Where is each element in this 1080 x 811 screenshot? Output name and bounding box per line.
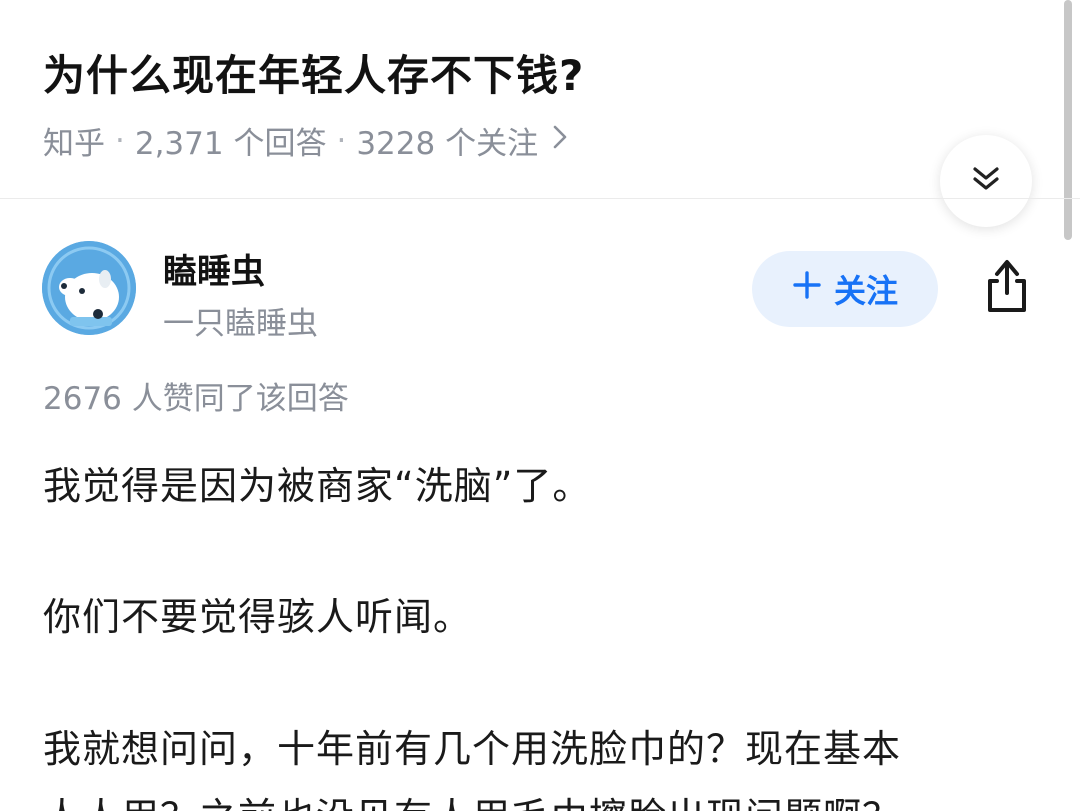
followers-count: 3228 个关注: [356, 126, 539, 162]
upvote-count: 2676 人赞同了该回答: [43, 381, 349, 417]
source-label: 知乎: [43, 126, 105, 162]
answer-paragraph: 我觉得是因为被商家“洗脑”了。: [43, 464, 592, 508]
answer-page: 为什么现在年轻人存不下钱? 知乎 · 2,371 个回答 · 3228 个关注: [0, 0, 1080, 811]
meta-separator: ·: [115, 122, 125, 159]
answer-paragraph: 我就想问问，十年前有几个用洗脸巾的？现在基本: [43, 727, 902, 771]
answers-count: 2,371 个回答: [134, 126, 327, 162]
scrollbar[interactable]: [1064, 0, 1072, 240]
plus-icon: [792, 270, 822, 308]
meta-separator: ·: [336, 122, 347, 159]
double-chevron-down-icon: [971, 164, 1001, 198]
header-divider: [0, 198, 1080, 199]
follow-label: 关注: [833, 272, 898, 310]
avatar[interactable]: [42, 241, 136, 335]
question-meta[interactable]: 知乎 · 2,371 个回答 · 3228 个关注: [43, 118, 568, 163]
question-title[interactable]: 为什么现在年轻人存不下钱?: [43, 42, 584, 103]
follow-button[interactable]: 关注: [752, 251, 938, 327]
chevron-right-icon: [552, 123, 568, 158]
share-button[interactable]: [980, 258, 1034, 318]
author-name[interactable]: 瞌睡虫: [163, 244, 265, 293]
answer-paragraph: 你们不要觉得骇人听闻。: [43, 595, 473, 639]
collapse-button[interactable]: [940, 135, 1032, 227]
author-bio: 一只瞌睡虫: [163, 306, 318, 342]
answer-paragraph: 人人用？之前也没见有人用毛巾擦脸出现问题啊？: [43, 786, 901, 811]
share-icon: [982, 257, 1032, 319]
